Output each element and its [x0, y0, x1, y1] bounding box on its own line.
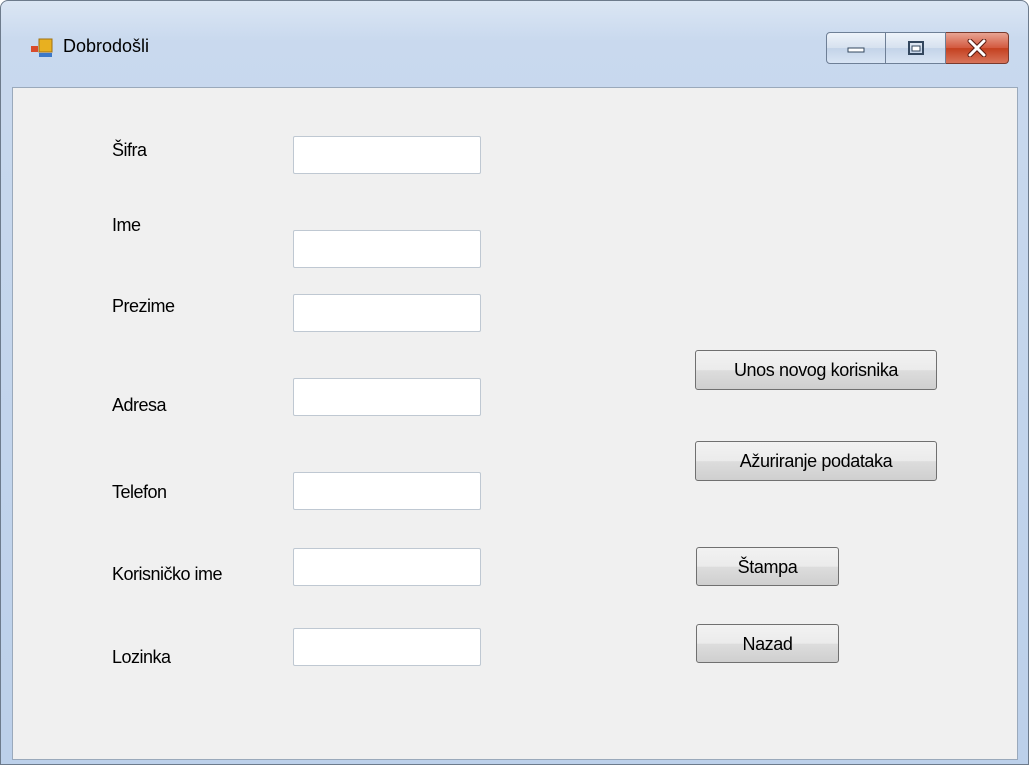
label-korisnicko-ime: Korisničko ime — [112, 564, 223, 584]
close-button[interactable] — [946, 32, 1009, 64]
label-prezime: Prezime — [112, 296, 175, 316]
telefon-field[interactable] — [293, 472, 481, 510]
label-lozinka: Lozinka — [112, 647, 171, 667]
nazad-button[interactable]: Nazad — [696, 624, 839, 663]
ime-field[interactable] — [293, 230, 481, 268]
adresa-field[interactable] — [293, 378, 481, 416]
maximize-icon — [907, 41, 924, 55]
label-sifra: Šifra — [112, 140, 147, 160]
window-title: Dobrodošli — [63, 36, 150, 56]
unos-novog-korisnika-button[interactable]: Unos novog korisnika — [695, 350, 937, 390]
title-bar[interactable]: Dobrodošli — [1, 1, 1028, 87]
label-ime: Ime — [112, 215, 141, 235]
maximize-button[interactable] — [886, 32, 946, 64]
azuriranje-podataka-button[interactable]: Ažuriranje podataka — [695, 441, 937, 481]
close-icon — [967, 39, 987, 57]
korisnicko-ime-field[interactable] — [293, 548, 481, 586]
form-client-area: Šifra Ime Prezime Adresa Telefon Korisni… — [12, 87, 1018, 760]
app-window: Dobrodošli Šifra Ime Prezime Adresa Tele… — [0, 0, 1029, 765]
label-adresa: Adresa — [112, 395, 167, 415]
label-telefon: Telefon — [112, 482, 167, 502]
minimize-icon — [847, 47, 865, 53]
minimize-button[interactable] — [826, 32, 886, 64]
lozinka-field[interactable] — [293, 628, 481, 666]
sifra-field[interactable] — [293, 136, 481, 174]
prezime-field[interactable] — [293, 294, 481, 332]
stampa-button[interactable]: Štampa — [696, 547, 839, 586]
app-window-icon — [31, 38, 53, 57]
